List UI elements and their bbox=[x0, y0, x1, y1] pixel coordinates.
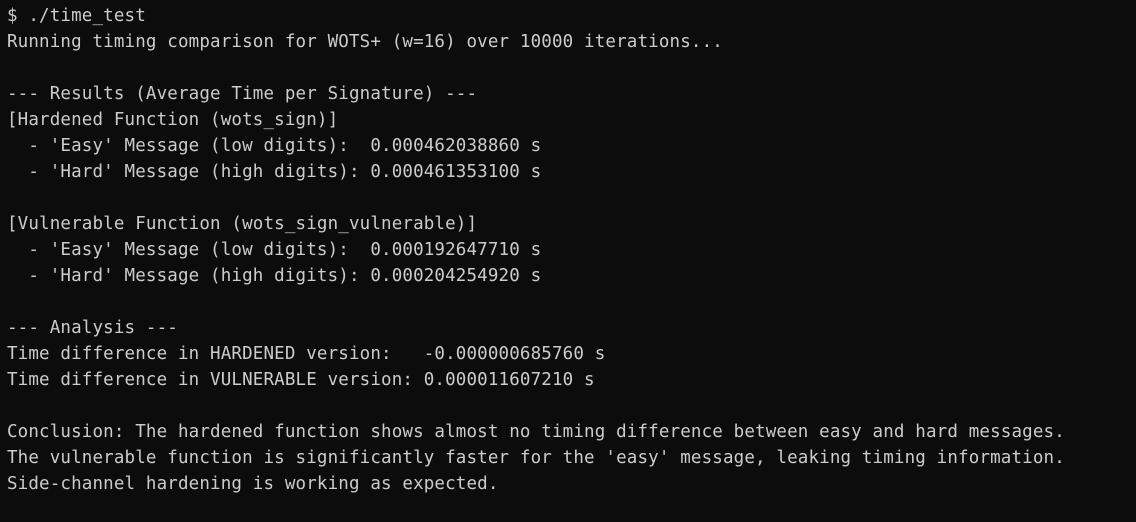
output-line-running: Running timing comparison for WOTS+ (w=1… bbox=[7, 32, 723, 52]
command-prompt-line: $ ./time_test bbox=[7, 6, 146, 26]
vulnerable-function-header: [Vulnerable Function (wots_sign_vulnerab… bbox=[7, 214, 478, 234]
conclusion-line-1: Conclusion: The hardened function shows … bbox=[7, 422, 1065, 442]
terminal-window[interactable]: $ ./time_test Running timing comparison … bbox=[0, 0, 1136, 522]
hardened-hard-result: - 'Hard' Message (high digits): 0.000461… bbox=[7, 162, 542, 182]
vulnerable-difference-line: Time difference in VULNERABLE version: 0… bbox=[7, 370, 595, 390]
analysis-header-line: --- Analysis --- bbox=[7, 318, 178, 338]
conclusion-line-3: Side-channel hardening is working as exp… bbox=[7, 474, 499, 494]
hardened-easy-result: - 'Easy' Message (low digits): 0.0004620… bbox=[7, 136, 542, 156]
hardened-function-header: [Hardened Function (wots_sign)] bbox=[7, 110, 339, 130]
conclusion-line-2: The vulnerable function is significantly… bbox=[7, 448, 1065, 468]
hardened-difference-line: Time difference in HARDENED version: -0.… bbox=[7, 344, 606, 364]
vulnerable-hard-result: - 'Hard' Message (high digits): 0.000204… bbox=[7, 266, 542, 286]
results-header-line: --- Results (Average Time per Signature)… bbox=[7, 84, 478, 104]
vulnerable-easy-result: - 'Easy' Message (low digits): 0.0001926… bbox=[7, 240, 542, 260]
